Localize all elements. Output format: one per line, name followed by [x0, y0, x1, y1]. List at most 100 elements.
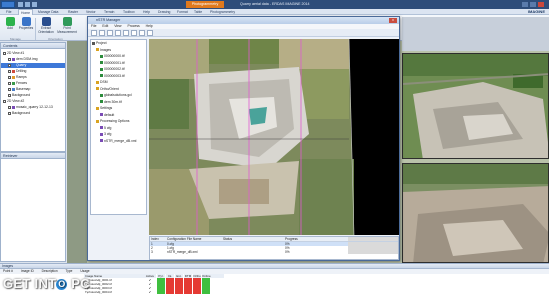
- save-icon[interactable]: [18, 2, 23, 7]
- tree-node-label: Images: [100, 47, 112, 52]
- layer-label: 2D View #2: [7, 99, 25, 103]
- layer-tree-item[interactable]: 2D View #1: [1, 51, 65, 56]
- project-tree[interactable]: Project Images 000000000.tif 000000001.tif 0…: [90, 39, 147, 215]
- visibility-checkbox[interactable]: [8, 75, 11, 79]
- layer-tree-item[interactable]: Drilling: [1, 69, 65, 74]
- zoom-in-icon[interactable]: [123, 30, 129, 36]
- fit-icon[interactable]: [147, 30, 153, 36]
- contextual-tab-header[interactable]: Photogrammetry: [186, 1, 224, 8]
- menu-help[interactable]: Help: [146, 24, 153, 28]
- pan-icon[interactable]: [139, 30, 145, 36]
- ribbon-group-manage: Manage: [10, 37, 21, 41]
- file-icon: [100, 67, 103, 71]
- retriever-panel-title: Retriever: [1, 153, 65, 159]
- tree-node-label: 000000003.tif: [104, 73, 125, 78]
- tree-node-label: Project: [96, 41, 107, 45]
- tree-node[interactable]: nSTR_merge_dB.xml: [91, 139, 146, 144]
- tab-image-id[interactable]: Image ID: [21, 269, 34, 273]
- menu-process[interactable]: Process: [127, 24, 139, 28]
- table-row[interactable]: f:\photos\dji_0004.tif ✔: [84, 290, 224, 294]
- properties-button[interactable]: Properties: [18, 17, 34, 37]
- orthophoto-map: [149, 39, 399, 235]
- tree-node[interactable]: 000000003.tif: [91, 73, 146, 79]
- tree-node[interactable]: Project: [91, 41, 146, 46]
- maximize-icon[interactable]: [530, 2, 536, 7]
- images-grid: Image Name Active Pyr. Int. Ext. DTM Ort…: [84, 274, 224, 294]
- layer-tree-item[interactable]: Background: [1, 111, 65, 116]
- point-measurement-button[interactable]: Point Measurement: [57, 17, 77, 37]
- visibility-checkbox[interactable]: [3, 99, 6, 103]
- tree-node[interactable]: Processing Options: [91, 119, 146, 124]
- undo-icon[interactable]: [25, 2, 30, 7]
- tree-node[interactable]: 000000000.tif: [91, 54, 146, 59]
- tab-description[interactable]: Description: [42, 269, 58, 273]
- file-icon: [100, 54, 103, 58]
- visibility-checkbox[interactable]: [8, 93, 11, 97]
- menu-file[interactable]: File: [91, 24, 96, 28]
- window-title: Quarry aerial data - ERDAS IMAGINE 2014: [240, 2, 310, 6]
- visibility-checkbox[interactable]: [8, 87, 11, 91]
- tree-node-label: Processing Options: [100, 119, 130, 123]
- visibility-checkbox[interactable]: [8, 69, 11, 73]
- tab-point[interactable]: Point #: [3, 269, 13, 273]
- visibility-checkbox[interactable]: [8, 57, 11, 61]
- image-frame-bottom-right[interactable]: [402, 163, 549, 263]
- run-icon[interactable]: [107, 30, 113, 36]
- configuration-table: Index Configuration File Name Status Pro…: [149, 236, 399, 260]
- tree-node[interactable]: 000000002.tif: [91, 67, 146, 72]
- file-icon: [100, 113, 103, 117]
- menu-edit[interactable]: Edit: [102, 24, 108, 28]
- dialog-toolbar: [88, 29, 399, 37]
- tree-node[interactable]: dem 30m.tif: [91, 100, 146, 105]
- layer-tree-item[interactable]: mosaic_quarry 12-12-13: [1, 105, 65, 110]
- zoom-out-icon[interactable]: [131, 30, 137, 36]
- tree-node[interactable]: 5 cfg: [91, 126, 146, 131]
- file-icon: [100, 74, 103, 78]
- visibility-checkbox[interactable]: [3, 51, 6, 55]
- tree-node[interactable]: Settings: [91, 106, 146, 111]
- tree-node[interactable]: 3 cfg: [91, 132, 146, 137]
- layer-tree-item[interactable]: Fences: [1, 81, 65, 86]
- folder-icon: [96, 106, 99, 110]
- minimize-icon[interactable]: [522, 2, 528, 7]
- tab-type[interactable]: Type: [66, 269, 73, 273]
- layer-icon: [12, 63, 15, 67]
- extract-orientation-button[interactable]: Extract Orientation: [37, 17, 55, 37]
- close-icon[interactable]: [538, 2, 544, 7]
- tree-node[interactable]: Images: [91, 47, 146, 53]
- image-frame-top-right[interactable]: [402, 53, 549, 159]
- open-icon[interactable]: [91, 30, 97, 36]
- file-icon: [100, 139, 103, 143]
- redo-icon[interactable]: [32, 2, 37, 7]
- visibility-checkbox[interactable]: [8, 81, 11, 85]
- tree-node[interactable]: default: [91, 113, 146, 118]
- save-icon[interactable]: [99, 30, 105, 36]
- stop-icon[interactable]: [115, 30, 121, 36]
- layer-tree-item[interactable]: Background: [1, 93, 65, 98]
- visibility-checkbox[interactable]: [8, 63, 11, 67]
- layer-icon: [12, 57, 15, 61]
- add-button[interactable]: Add: [2, 17, 18, 37]
- tab-usage[interactable]: Usage: [80, 269, 89, 273]
- menu-view[interactable]: View: [114, 24, 121, 28]
- tree-node-label: DSM: [100, 80, 108, 84]
- layer-tree-item[interactable]: Basemap: [1, 87, 65, 92]
- dialog-map-view[interactable]: [149, 39, 399, 235]
- layer-tree-item[interactable]: Ramps: [1, 75, 65, 80]
- tree-node-label: 3 cfg: [104, 132, 112, 136]
- layer-label: Drilling: [16, 69, 27, 73]
- tree-node[interactable]: 000000001.tif: [91, 61, 146, 66]
- contents-panel: Contents 2D View #1 dem DSM.img Quarry Dril…: [0, 42, 66, 152]
- layer-tree-item[interactable]: dem DSM.img: [1, 57, 65, 62]
- tree-node[interactable]: globalsolutions.gcl: [91, 93, 146, 98]
- dialog-close-button[interactable]: x: [389, 18, 397, 23]
- visibility-checkbox[interactable]: [8, 105, 11, 109]
- visibility-checkbox[interactable]: [8, 111, 11, 115]
- layer-tree-item[interactable]: 2D View #2: [1, 99, 65, 104]
- tree-node[interactable]: DSM: [91, 80, 146, 85]
- app-menu-button[interactable]: [1, 1, 15, 8]
- table-row[interactable]: 3 nSTR_merge_dB.xml 0%: [150, 250, 398, 254]
- image-frame-header: [402, 17, 549, 51]
- layer-tree-item[interactable]: Quarry: [1, 63, 65, 68]
- tree-node[interactable]: Ortho/Orient: [91, 87, 146, 92]
